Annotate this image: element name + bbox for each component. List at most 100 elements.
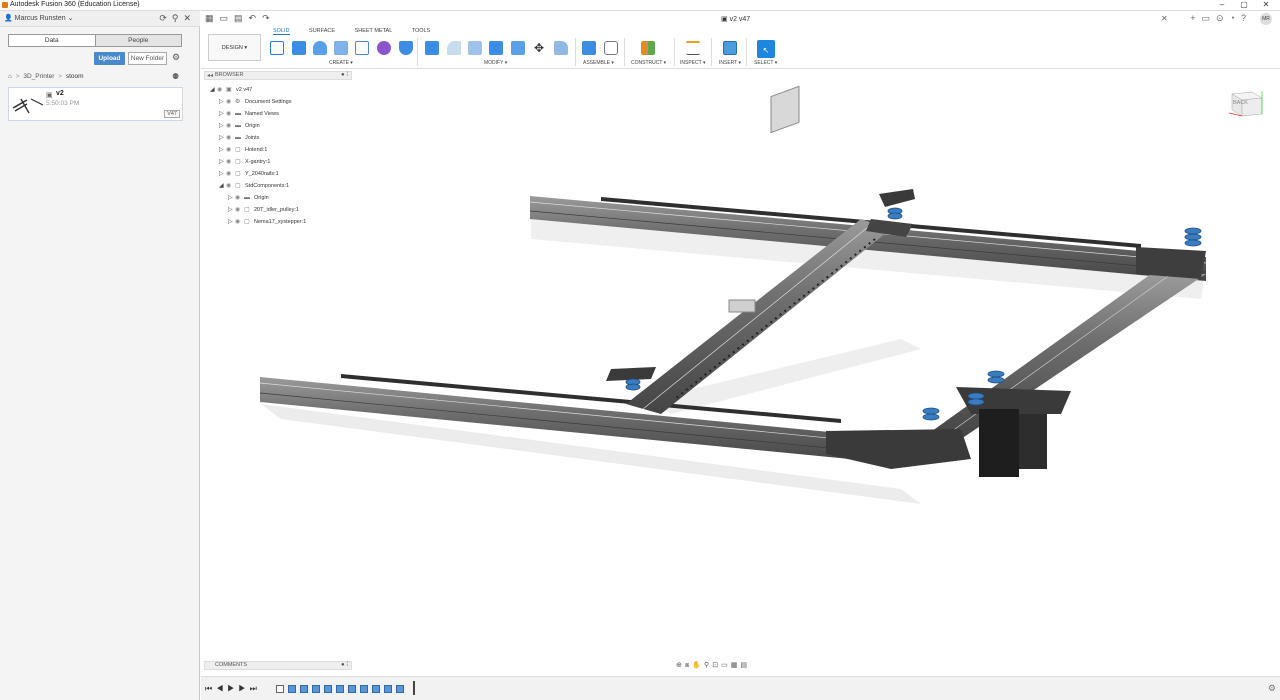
user-menu[interactable]: 👤 Marcus Runsten ⌄	[4, 14, 73, 22]
expand-arrow-icon[interactable]: ▷	[219, 122, 226, 129]
visibility-eye-icon[interactable]: ◉	[226, 170, 235, 177]
redo-icon[interactable]: ↷	[262, 13, 276, 23]
browser-item[interactable]: ▷ ◉ ▢ Y_2040rails:1	[219, 170, 279, 180]
orbit-icon[interactable]: ⊕	[676, 662, 685, 669]
visibility-eye-icon[interactable]: ◉	[226, 158, 235, 165]
refresh-icon[interactable]: ⟳	[159, 13, 172, 23]
browser-item[interactable]: ▷ ◉ ▢ X-gantry:1	[219, 158, 270, 168]
previous-step-icon[interactable]: ◀	[216, 684, 227, 693]
browser-item[interactable]: ▷ ◉ ▬ Origin	[219, 122, 260, 132]
document-tab[interactable]: ▣ v2 v47	[721, 15, 750, 23]
expanded-arrow-icon[interactable]: ◢	[210, 86, 217, 93]
avatar[interactable]: MR	[1260, 13, 1272, 25]
browser-item[interactable]: ▷ ◉ ▬ Named Views	[219, 110, 279, 120]
play-icon[interactable]: ▶	[227, 684, 238, 693]
chamfer-icon[interactable]	[468, 41, 482, 55]
move-icon[interactable]: ✥	[532, 41, 546, 55]
select-icon[interactable]: ↖	[757, 40, 775, 58]
extensions-icon[interactable]: ⊙	[1216, 13, 1230, 23]
fit-icon[interactable]: ⊡	[712, 662, 721, 669]
timeline-feature-icon[interactable]	[312, 685, 320, 693]
gear-icon[interactable]: ⚙	[1268, 683, 1276, 694]
help-icon[interactable]: ?	[1241, 13, 1252, 23]
create-menu[interactable]: CREATE ▾	[329, 60, 353, 66]
loft-icon[interactable]	[355, 41, 369, 55]
visibility-eye-icon[interactable]: ◉	[226, 98, 235, 105]
expand-arrow-icon[interactable]: ▷	[228, 218, 235, 225]
version-badge[interactable]: V47	[164, 110, 180, 118]
job-status-icon[interactable]: ▭	[1201, 13, 1216, 23]
add-user-icon[interactable]: ⚉	[172, 72, 179, 81]
last-step-icon[interactable]: ⏭	[250, 684, 261, 693]
gear-icon[interactable]: ⚙	[172, 52, 180, 63]
first-step-icon[interactable]: ⏮	[205, 684, 216, 693]
select-menu[interactable]: SELECT ▾	[754, 60, 777, 66]
comments-panel-header[interactable]: COMMENTS ● ⁞	[204, 661, 352, 670]
pin-icon[interactable]: ● ⁞	[341, 662, 348, 668]
joint-icon[interactable]	[604, 41, 618, 55]
undo-icon[interactable]: ↶	[249, 13, 263, 23]
visibility-eye-icon[interactable]: ◉	[235, 218, 244, 225]
grid-icon[interactable]: ▦	[205, 13, 220, 23]
browser-item[interactable]: ▷ ◉ ▢ Hotend:1	[219, 146, 267, 156]
assemble-menu[interactable]: ASSEMBLE ▾	[583, 60, 614, 66]
expand-arrow-icon[interactable]: ▷	[219, 146, 226, 153]
timeline-feature-icon[interactable]	[372, 685, 380, 693]
home-icon[interactable]: ⌂	[8, 73, 12, 80]
inspect-menu[interactable]: INSPECT ▾	[680, 60, 706, 66]
grid-settings-icon[interactable]: ▦	[731, 662, 741, 669]
visibility-eye-icon[interactable]: ◉	[226, 122, 235, 129]
browser-item[interactable]: ▷ ◉ ▬ Joints	[219, 134, 259, 144]
viewcube[interactable]: BACK	[1228, 86, 1264, 118]
new-folder-button[interactable]: New Folder	[128, 52, 167, 65]
expand-arrow-icon[interactable]: ▷	[219, 134, 226, 141]
visibility-eye-icon[interactable]: ◉	[235, 194, 244, 201]
shell-icon[interactable]	[489, 41, 503, 55]
timeline-marker[interactable]	[413, 681, 415, 695]
canvas-viewport[interactable]: BACK	[201, 69, 1280, 659]
tab-tools[interactable]: TOOLS	[412, 28, 431, 34]
visibility-eye-icon[interactable]: ◉	[217, 86, 226, 93]
construct-menu[interactable]: CONSTRUCT ▾	[631, 60, 666, 66]
timeline-feature-icon[interactable]	[384, 685, 392, 693]
tab-solid[interactable]: SOLID	[273, 28, 290, 35]
visibility-eye-icon[interactable]: ◉	[235, 206, 244, 213]
visibility-eye-icon[interactable]: ◉	[226, 134, 235, 141]
visibility-eye-icon[interactable]: ◉	[226, 182, 235, 189]
file-menu-icon[interactable]: ▭	[220, 13, 235, 23]
timeline-feature-icon[interactable]	[360, 685, 368, 693]
close-tab-icon[interactable]: ✕	[1161, 14, 1168, 23]
expand-arrow-icon[interactable]: ▷	[219, 158, 226, 165]
expand-arrow-icon[interactable]: ▷	[219, 110, 226, 117]
zoom-icon[interactable]: ⚲	[704, 662, 712, 669]
timeline-feature-icon[interactable]	[336, 685, 344, 693]
browser-item[interactable]: ▷ ◉ ▢ Nema17_xystepper:1	[228, 218, 306, 228]
browser-item[interactable]: ▷ ◉ ▢ 20T_idler_pulley:1	[228, 206, 299, 216]
timeline-feature-icon[interactable]	[348, 685, 356, 693]
new-component-icon[interactable]	[582, 41, 596, 55]
next-step-icon[interactable]: ▶	[238, 684, 249, 693]
insert-menu[interactable]: INSERT ▾	[719, 60, 741, 66]
close-icon[interactable]: ✕	[183, 13, 196, 23]
browser-panel-header[interactable]: ◂◂ BROWSER ● ⁞	[204, 71, 352, 80]
visibility-eye-icon[interactable]: ◉	[226, 146, 235, 153]
offset-plane-icon[interactable]	[641, 41, 655, 55]
breadcrumb-item-3d-printer[interactable]: 3D_Printer	[23, 73, 54, 80]
breadcrumb-item-stoom[interactable]: stoom	[66, 73, 84, 80]
expand-arrow-icon[interactable]: ▷	[219, 98, 226, 105]
modify-menu[interactable]: MODIFY ▾	[484, 60, 507, 66]
tab-data[interactable]: Data	[9, 35, 95, 46]
form-icon[interactable]	[377, 41, 391, 55]
combine-icon[interactable]	[511, 41, 525, 55]
search-icon[interactable]: ⚲	[172, 13, 184, 23]
expand-arrow-icon[interactable]: ▷	[228, 194, 235, 201]
scale-icon[interactable]	[554, 41, 568, 55]
upload-button[interactable]: Upload	[94, 52, 125, 65]
new-tab-icon[interactable]: +	[1190, 13, 1201, 23]
timeline-feature-icon[interactable]	[288, 685, 296, 693]
pan-icon[interactable]: ✋	[692, 662, 704, 669]
tab-sheet-metal[interactable]: SHEET METAL	[355, 28, 393, 34]
new-sketch-icon[interactable]	[270, 41, 284, 55]
timeline-feature-icon[interactable]	[300, 685, 308, 693]
file-card[interactable]: ▣ v2 5:50:03 PM V47	[8, 87, 183, 121]
